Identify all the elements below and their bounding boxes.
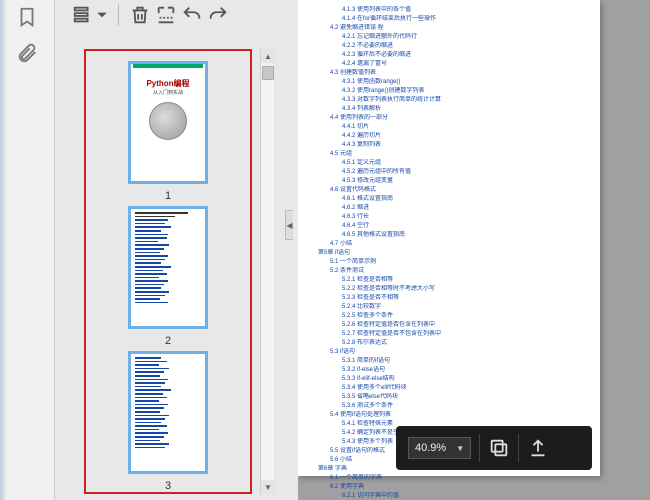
toc-entry[interactable]: 5.2.3 检查是否不相等 <box>342 294 590 303</box>
thumbnail-page-3[interactable] <box>128 351 208 474</box>
redo-icon[interactable] <box>207 4 229 26</box>
toolbar-separator <box>118 4 119 26</box>
toc-entry[interactable]: 5.3.2 if-else语句 <box>342 366 590 375</box>
thumbnail-page-1[interactable]: Python编程 从入门到实战 <box>128 61 208 184</box>
window-edge <box>0 0 6 500</box>
toc-entry[interactable]: 4.5.1 定义元组 <box>342 159 590 168</box>
toc-entry[interactable]: 4.3.3 对数字列表执行简单的统计计算 <box>342 96 590 105</box>
toc-entry[interactable]: 4.1.3 使用列表中的各个值 <box>342 6 590 15</box>
toc-entry[interactable]: 4.5 元组 <box>330 150 590 159</box>
toc-entry[interactable]: 4.4.2 遍历切片 <box>342 132 590 141</box>
toc-entry[interactable]: 5.3.1 简单的if语句 <box>342 357 590 366</box>
mini-content <box>131 354 205 453</box>
document-page: 4.1.3 使用列表中的各个值4.1.4 在for循环结束后执行一些操作4.2 … <box>298 0 600 476</box>
cover-subtitle: 从入门到实战 <box>131 89 205 96</box>
toc-entry[interactable]: 4.4.1 切片 <box>342 123 590 132</box>
thumbnail-toolbar <box>72 4 229 26</box>
thumbnail-panel: Python编程 从入门到实战 1 2 <box>72 36 274 498</box>
toc-entry[interactable]: 5.2.1 检查是否相等 <box>342 276 590 285</box>
toc-entry[interactable]: 5.2.7 检查特定值是否不包含在列表中 <box>342 330 590 339</box>
dropdown-caret-icon[interactable] <box>96 9 108 21</box>
toc-entry[interactable]: 6.1 一个简单的字典 <box>330 474 590 483</box>
document-area[interactable]: 4.1.3 使用列表中的各个值4.1.4 在for循环结束后执行一些操作4.2 … <box>298 0 650 500</box>
zoom-toolbar: 40.9% ▼ <box>396 426 592 470</box>
toc-entry[interactable]: 5.4 使用if语句处理列表 <box>330 411 590 420</box>
toc-entry[interactable]: 6.2 使用字典 <box>330 483 590 492</box>
toc-entry[interactable]: 5.2.2 检查是否相等时不考虑大小写 <box>342 285 590 294</box>
toc-entry[interactable]: 5.1 一个简单示例 <box>330 258 590 267</box>
chevron-down-icon: ▼ <box>456 444 464 453</box>
thumbnail-label: 2 <box>165 335 171 347</box>
bookmark-icon[interactable] <box>16 6 38 28</box>
toc-entry[interactable]: 4.3.1 使用函数range() <box>342 78 590 87</box>
toc-entry[interactable]: 4.2.2 不必要的缩进 <box>342 42 590 51</box>
toc-entry[interactable]: 6.2.1 访问字典中的值 <box>342 492 590 500</box>
toc-entry[interactable]: 第5章 if语句 <box>318 249 590 258</box>
toc-entry[interactable]: 4.6.3 行长 <box>342 213 590 222</box>
toc-entry[interactable]: 5.2.4 比较数字 <box>342 303 590 312</box>
toc-entry[interactable]: 4.5.2 遍历元组中的所有值 <box>342 168 590 177</box>
delete-icon[interactable] <box>129 4 151 26</box>
scroll-thumb[interactable] <box>262 66 274 80</box>
toc-entry[interactable]: 4.7 小结 <box>330 240 590 249</box>
toc-entry[interactable]: 5.2.8 布尔表达式 <box>342 339 590 348</box>
toc-entry[interactable]: 4.1.4 在for循环结束后执行一些操作 <box>342 15 590 24</box>
toc-entry[interactable]: 4.4 使用列表的一部分 <box>330 114 590 123</box>
toc-entry[interactable]: 4.3.2 使用range()创建数字列表 <box>342 87 590 96</box>
zoom-dropdown[interactable]: 40.9% ▼ <box>408 437 471 459</box>
cover-title: Python编程 <box>131 78 205 89</box>
toc-entry[interactable]: 4.6.5 其他格式设置指南 <box>342 231 590 240</box>
page-resize-icon[interactable] <box>155 4 177 26</box>
thumbnail-selection: Python编程 从入门到实战 1 2 <box>84 49 252 494</box>
bar-separator <box>479 434 480 462</box>
thumbnail-label: 1 <box>165 190 171 202</box>
zoom-value: 40.9% <box>415 442 446 454</box>
toc-entry[interactable]: 4.3 创建数值列表 <box>330 69 590 78</box>
copy-icon[interactable] <box>488 437 510 459</box>
panel-collapse-handle[interactable]: ◀ <box>285 210 293 240</box>
toc-entry[interactable]: 5.3.6 测试多个条件 <box>342 402 590 411</box>
toc-entry[interactable]: 4.4.3 复制列表 <box>342 141 590 150</box>
toc-entry[interactable]: 5.3.4 使用多个elif代码块 <box>342 384 590 393</box>
undo-icon[interactable] <box>181 4 203 26</box>
bar-separator <box>518 434 519 462</box>
thumbnail-scrollbar[interactable]: ▲ ▼ <box>260 49 274 494</box>
toc-entry[interactable]: 4.2.1 忘记缩进额外的代码行 <box>342 33 590 42</box>
toc-entry[interactable]: 5.3 if语句 <box>330 348 590 357</box>
toc-entry[interactable]: 5.2.5 检查多个条件 <box>342 312 590 321</box>
scroll-down-icon[interactable]: ▼ <box>261 480 275 494</box>
thumbnail-label: 3 <box>165 480 171 492</box>
toc-entry[interactable]: 4.2.3 循环后不必要的缩进 <box>342 51 590 60</box>
toc-entry[interactable]: 4.6.4 空行 <box>342 222 590 231</box>
toc-entry[interactable]: 4.2 避免缩进错误 程 <box>330 24 590 33</box>
toc-entry[interactable]: 5.2 条件测试 <box>330 267 590 276</box>
toc-entry[interactable]: 5.3.3 if-elif-else结构 <box>342 375 590 384</box>
cover-art <box>149 102 187 140</box>
left-rail <box>0 0 55 500</box>
toc-entry[interactable]: 4.6 设置代码格式 <box>330 186 590 195</box>
scroll-up-icon[interactable]: ▲ <box>261 49 275 63</box>
toc-entry[interactable]: 5.2.6 检查特定值是否包含在列表中 <box>342 321 590 330</box>
toc-entry[interactable]: 4.2.4 遗漏了冒号 <box>342 60 590 69</box>
mini-content <box>131 209 205 308</box>
toc-entry[interactable]: 5.3.5 省略else代码块 <box>342 393 590 402</box>
attachment-icon[interactable] <box>16 42 38 64</box>
upload-icon[interactable] <box>527 437 549 459</box>
toc-entry[interactable]: 4.6.1 格式设置指南 <box>342 195 590 204</box>
toc-entry[interactable]: 4.3.4 列表解析 <box>342 105 590 114</box>
cover-stripe <box>133 64 203 68</box>
toc-entry[interactable]: 4.6.2 缩进 <box>342 204 590 213</box>
thumbnail-page-2[interactable] <box>128 206 208 329</box>
list-options-icon[interactable] <box>72 4 94 26</box>
toc-entry[interactable]: 4.5.3 修改元组变量 <box>342 177 590 186</box>
